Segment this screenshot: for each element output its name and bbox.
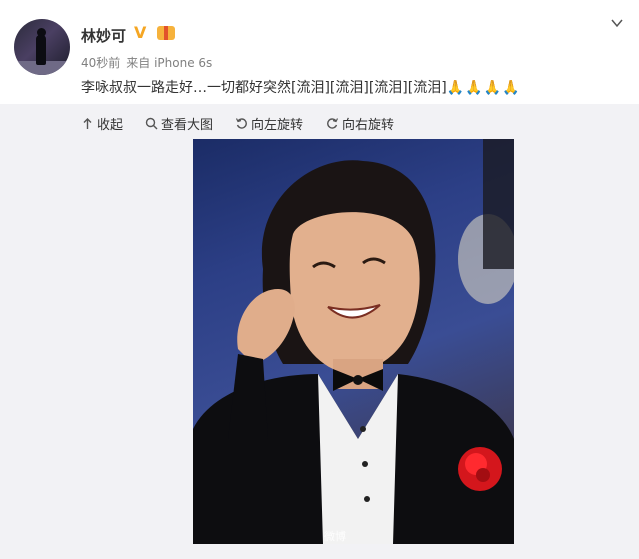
view-large-label: 查看大图: [161, 118, 214, 133]
username[interactable]: 林妙可: [81, 25, 126, 46]
post-text-main: 李咏叔叔一路走好…一切都好突然[流泪][流泪][流泪][流泪]: [81, 80, 447, 96]
post-time[interactable]: 40秒前: [81, 56, 120, 70]
rotate-left-label: 向左旋转: [251, 118, 304, 133]
avatar[interactable]: [14, 19, 70, 75]
post-source: 来自 iPhone 6s: [126, 56, 213, 70]
post-text: 李咏叔叔一路走好…一切都好突然[流泪][流泪][流泪][流泪]🙏🙏🙏🙏: [81, 77, 520, 97]
rotate-left-button[interactable]: 向左旋转: [235, 114, 303, 133]
media-area: 收起 查看大图 向左旋转 向右旋转 微博: [0, 104, 639, 559]
view-large-button[interactable]: 查看大图: [145, 114, 213, 133]
gift-badge-icon[interactable]: [157, 26, 175, 40]
chevron-down-icon[interactable]: [611, 17, 623, 29]
prayer-emoji-icons: 🙏🙏🙏🙏: [446, 80, 521, 96]
rotate-right-button[interactable]: 向右旋转: [326, 114, 394, 133]
post-meta: 40秒前 来自 iPhone 6s: [81, 54, 212, 71]
post-header: 林妙可 V 40秒前 来自 iPhone 6s 李咏叔叔一路走好…一切都好突然[流…: [0, 0, 639, 104]
rotate-left-icon: [235, 118, 247, 129]
photo-watermark: 微博: [324, 530, 346, 543]
post-photo[interactable]: 微博: [193, 139, 514, 544]
rotate-right-icon: [327, 118, 339, 129]
photo-illustration: [193, 139, 514, 544]
avatar-figure-body: [36, 35, 46, 65]
search-icon: [145, 117, 158, 130]
collapse-label: 收起: [97, 118, 124, 133]
verified-v-icon: V: [134, 23, 147, 42]
collapse-up-icon: [83, 118, 92, 129]
collapse-button[interactable]: 收起: [81, 114, 123, 133]
rotate-right-label: 向右旋转: [342, 118, 395, 133]
